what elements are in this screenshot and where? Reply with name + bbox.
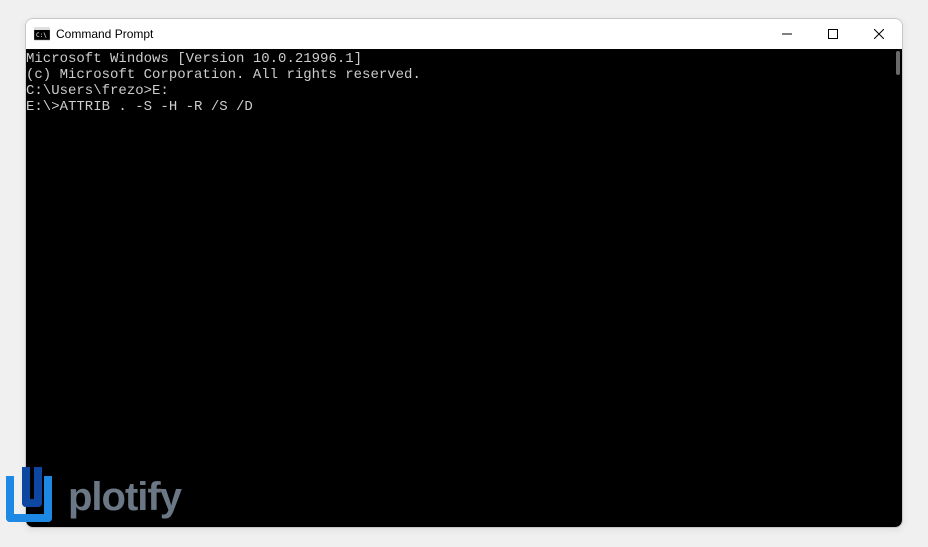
window-title: Command Prompt	[56, 27, 764, 41]
terminal-line: C:\Users\frezo>E:	[26, 83, 902, 99]
scrollbar-thumb[interactable]	[896, 51, 900, 75]
minimize-button[interactable]	[764, 19, 810, 49]
terminal-line: E:\>ATTRIB . -S -H -R /S /D	[26, 99, 902, 115]
command-prompt-icon: C:\	[34, 26, 50, 42]
svg-text:C:\: C:\	[36, 32, 47, 39]
terminal-line: Microsoft Windows [Version 10.0.21996.1]	[26, 51, 902, 67]
close-icon	[874, 29, 884, 39]
titlebar[interactable]: C:\ Command Prompt	[26, 19, 902, 49]
maximize-icon	[828, 29, 838, 39]
close-button[interactable]	[856, 19, 902, 49]
command-prompt-window: C:\ Command Prompt Micro	[25, 18, 903, 528]
terminal-output[interactable]: Microsoft Windows [Version 10.0.21996.1]…	[26, 49, 902, 527]
maximize-button[interactable]	[810, 19, 856, 49]
window-controls	[764, 19, 902, 49]
minimize-icon	[782, 29, 792, 39]
terminal-line: (c) Microsoft Corporation. All rights re…	[26, 67, 902, 83]
